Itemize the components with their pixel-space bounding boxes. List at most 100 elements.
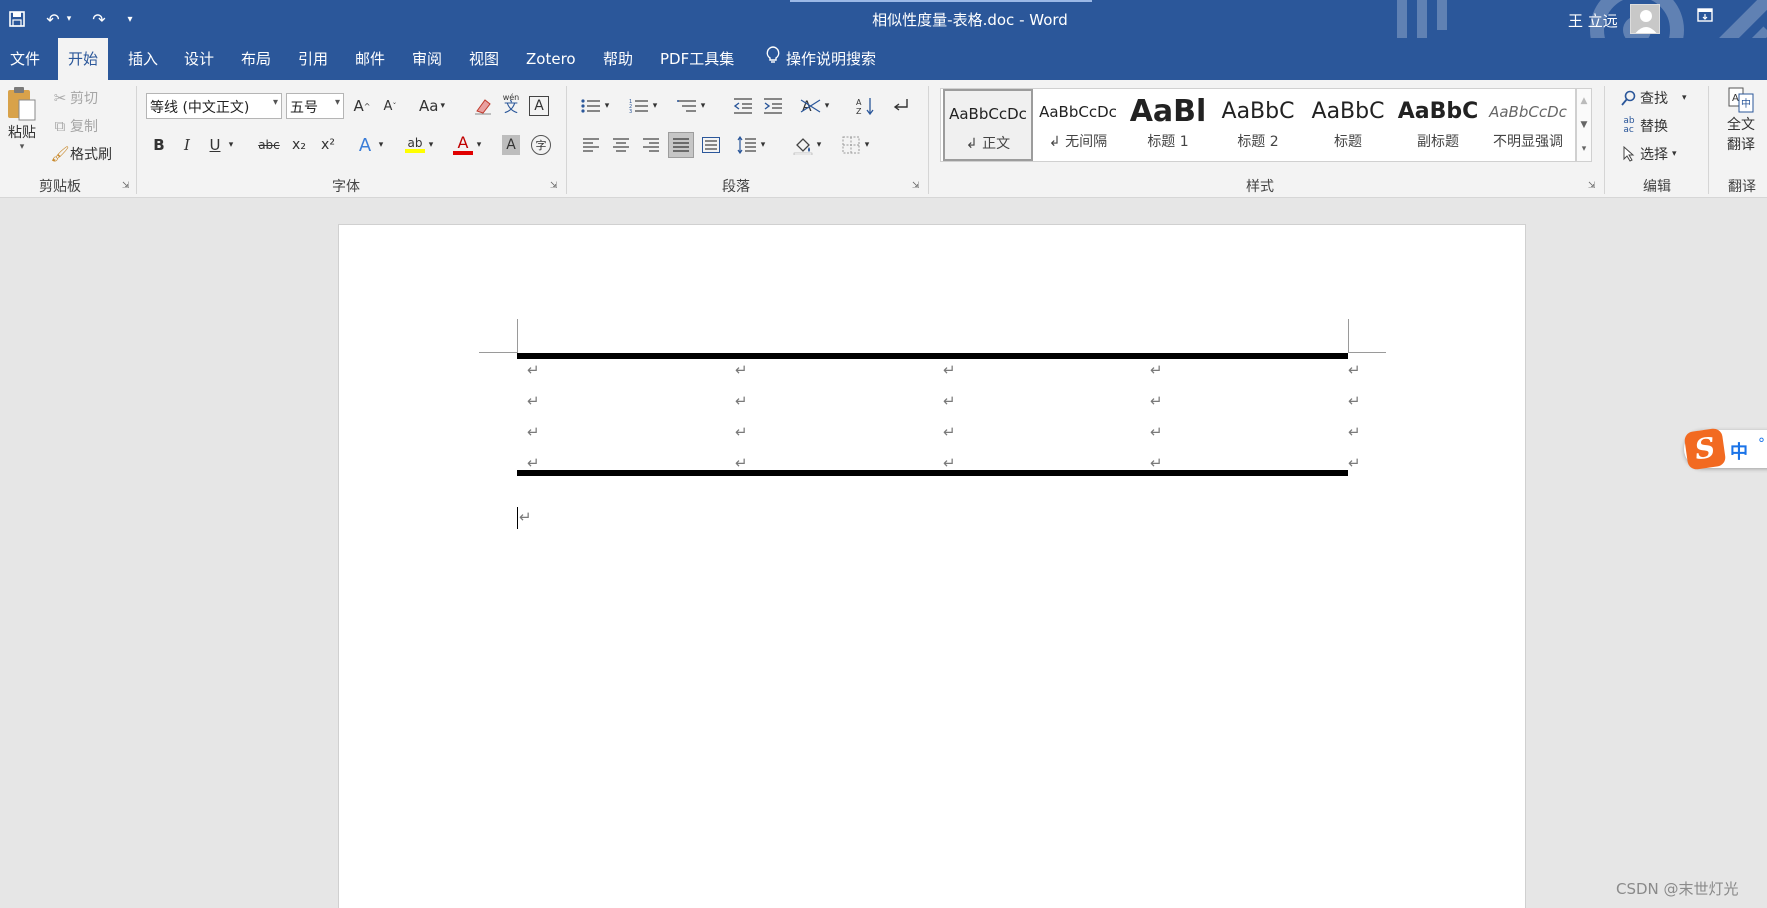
cell-end-mark[interactable]: ↵ bbox=[735, 454, 748, 472]
user-name[interactable]: 王 立远 bbox=[1568, 10, 1618, 31]
shading-dropdown-icon[interactable]: ▾ bbox=[812, 132, 826, 158]
grow-font-icon[interactable]: A ^ bbox=[349, 93, 375, 119]
save-icon[interactable] bbox=[4, 8, 30, 30]
cell-end-mark[interactable]: ↵ bbox=[735, 361, 748, 379]
cell-end-mark[interactable]: ↵ bbox=[1150, 423, 1163, 441]
underline-dropdown-icon[interactable]: ▾ bbox=[224, 132, 238, 158]
cell-end-mark[interactable]: ↵ bbox=[527, 392, 540, 410]
tab-home[interactable]: 开始 bbox=[58, 38, 109, 80]
avatar[interactable] bbox=[1630, 4, 1660, 34]
cell-end-mark[interactable]: ↵ bbox=[1150, 361, 1163, 379]
tab-review[interactable]: 审阅 bbox=[402, 38, 452, 80]
font-size-combo[interactable]: 五号 ▾ bbox=[286, 93, 344, 119]
subscript-button[interactable]: x₂ bbox=[286, 132, 312, 158]
scroll-down-icon[interactable]: ▼ bbox=[1577, 113, 1591, 137]
undo-dropdown-icon[interactable]: ▾ bbox=[62, 8, 76, 30]
italic-button[interactable]: I bbox=[174, 132, 200, 158]
cell-end-mark[interactable]: ↵ bbox=[527, 423, 540, 441]
align-center-icon[interactable] bbox=[608, 132, 634, 158]
clipboard-launcher-icon[interactable]: ⇲ bbox=[122, 181, 134, 193]
cell-end-mark[interactable]: ↵ bbox=[735, 392, 748, 410]
style-title[interactable]: AaBbC 标题 bbox=[1303, 89, 1393, 161]
cell-end-mark[interactable]: ↵ bbox=[943, 454, 956, 472]
cell-end-mark[interactable]: ↵ bbox=[1150, 454, 1163, 472]
multilevel-dropdown-icon[interactable]: ▾ bbox=[696, 93, 710, 119]
ime-language-toggle[interactable]: 中 bbox=[1730, 438, 1748, 464]
tab-design[interactable]: 设计 bbox=[174, 38, 224, 80]
highlight-dropdown-icon[interactable]: ▾ bbox=[424, 132, 438, 158]
sort-icon[interactable]: AZ bbox=[852, 93, 878, 119]
cell-end-mark[interactable]: ↵ bbox=[943, 392, 956, 410]
paragraph-launcher-icon[interactable]: ⇲ bbox=[912, 181, 924, 193]
font-launcher-icon[interactable]: ⇲ bbox=[550, 181, 562, 193]
paste-button[interactable]: 粘贴 ▾ bbox=[4, 86, 40, 152]
ime-punctuation-toggle[interactable]: ° bbox=[1758, 436, 1765, 452]
numbering-dropdown-icon[interactable]: ▾ bbox=[648, 93, 662, 119]
strikethrough-button[interactable]: abc bbox=[256, 132, 282, 158]
decrease-indent-icon[interactable] bbox=[730, 93, 756, 119]
style-no-spacing[interactable]: AaBbCcDc ↲ 无间隔 bbox=[1033, 89, 1123, 161]
ime-toolbar[interactable]: S 中 ° bbox=[1683, 427, 1767, 471]
font-name-combo[interactable]: 等线 (中文正文) ▾ bbox=[146, 93, 282, 119]
sogou-logo-icon[interactable]: S bbox=[1683, 427, 1727, 471]
customize-qat-icon[interactable]: ▾ bbox=[122, 8, 138, 30]
justify-icon[interactable] bbox=[668, 132, 694, 158]
tab-insert[interactable]: 插入 bbox=[118, 38, 168, 80]
format-painter-button[interactable]: 🖌 格式刷 bbox=[50, 144, 112, 164]
tab-help[interactable]: 帮助 bbox=[593, 38, 643, 80]
document-page[interactable]: ↵ ↵ ↵ ↵ ↵ ↵ ↵ ↵ ↵ ↵ ↵ ↵ ↵ ↵ ↵ ↵ ↵ ↵ ↵ ↵ … bbox=[338, 224, 1526, 908]
styles-launcher-icon[interactable]: ⇲ bbox=[1588, 181, 1600, 193]
character-shading-icon[interactable]: A bbox=[498, 132, 524, 158]
line-spacing-dropdown-icon[interactable]: ▾ bbox=[756, 132, 770, 158]
align-left-icon[interactable] bbox=[578, 132, 604, 158]
gallery-more-icon[interactable]: ▾ bbox=[1577, 137, 1591, 161]
align-right-icon[interactable] bbox=[638, 132, 664, 158]
style-heading-2[interactable]: AaBbC 标题 2 bbox=[1213, 89, 1303, 161]
borders-dropdown-icon[interactable]: ▾ bbox=[860, 132, 874, 158]
cell-end-mark[interactable]: ↵ bbox=[527, 361, 540, 379]
tab-view[interactable]: 视图 bbox=[459, 38, 509, 80]
font-color-dropdown-icon[interactable]: ▾ bbox=[472, 132, 486, 158]
character-border-icon[interactable]: A bbox=[526, 93, 552, 119]
tab-zotero[interactable]: Zotero bbox=[516, 38, 586, 80]
document-area[interactable]: ↵ ↵ ↵ ↵ ↵ ↵ ↵ ↵ ↵ ↵ ↵ ↵ ↵ ↵ ↵ ↵ ↵ ↵ ↵ ↵ … bbox=[0, 198, 1767, 908]
enclose-characters-icon[interactable]: 字 bbox=[528, 132, 554, 158]
tab-file[interactable]: 文件 bbox=[0, 38, 50, 80]
style-normal[interactable]: AaBbCcDc ↲ 正文 bbox=[943, 89, 1033, 161]
scroll-up-icon[interactable]: ▲ bbox=[1577, 89, 1591, 113]
find-button[interactable]: 查找 ▾ bbox=[1618, 88, 1687, 108]
style-heading-1[interactable]: AaBl 标题 1 bbox=[1123, 89, 1213, 161]
superscript-button[interactable]: x² bbox=[315, 132, 341, 158]
cell-end-mark[interactable]: ↵ bbox=[1150, 392, 1163, 410]
bold-button[interactable]: B bbox=[146, 132, 172, 158]
bullets-dropdown-icon[interactable]: ▾ bbox=[600, 93, 614, 119]
copy-button[interactable]: ⧉ 复制 bbox=[50, 116, 98, 136]
tab-pdf-tools[interactable]: PDF工具集 bbox=[650, 38, 744, 80]
chinese-layout-dropdown-icon[interactable]: ▾ bbox=[820, 93, 834, 119]
cell-end-mark[interactable]: ↵ bbox=[943, 361, 956, 379]
increase-indent-icon[interactable] bbox=[760, 93, 786, 119]
tab-mailings[interactable]: 邮件 bbox=[345, 38, 395, 80]
ribbon-display-options-icon[interactable] bbox=[1692, 8, 1718, 30]
distributed-align-icon[interactable] bbox=[698, 132, 724, 158]
show-paragraph-marks-icon[interactable] bbox=[888, 93, 914, 119]
cell-end-mark[interactable]: ↵ bbox=[735, 423, 748, 441]
style-subtle-emphasis[interactable]: AaBbCcDc 不明显强调 bbox=[1483, 89, 1573, 161]
shrink-font-icon[interactable]: Aˇ bbox=[377, 93, 403, 119]
phonetic-guide-button[interactable]: wén 文 bbox=[498, 90, 524, 116]
tell-me-search[interactable]: 操作说明搜索 bbox=[756, 38, 886, 80]
tab-layout[interactable]: 布局 bbox=[231, 38, 281, 80]
style-subtitle[interactable]: AaBbC 副标题 bbox=[1393, 89, 1483, 161]
tab-references[interactable]: 引用 bbox=[288, 38, 338, 80]
clear-formatting-icon[interactable] bbox=[470, 93, 496, 119]
change-case-button[interactable]: Aa ▾ bbox=[414, 93, 450, 119]
replace-button[interactable]: ab ac 替换 bbox=[1618, 116, 1668, 136]
cut-button[interactable]: ✂ 剪切 bbox=[50, 88, 98, 108]
cell-end-mark[interactable]: ↵ bbox=[527, 454, 540, 472]
cell-end-mark[interactable]: ↵ bbox=[943, 423, 956, 441]
full-text-translate-button[interactable]: A中 全文 翻译 bbox=[1718, 86, 1764, 154]
paragraph-mark[interactable]: ↵ bbox=[519, 508, 532, 526]
select-button[interactable]: 选择 ▾ bbox=[1618, 144, 1677, 164]
redo-icon[interactable]: ↷ bbox=[86, 8, 112, 30]
text-effects-dropdown-icon[interactable]: ▾ bbox=[374, 132, 388, 158]
